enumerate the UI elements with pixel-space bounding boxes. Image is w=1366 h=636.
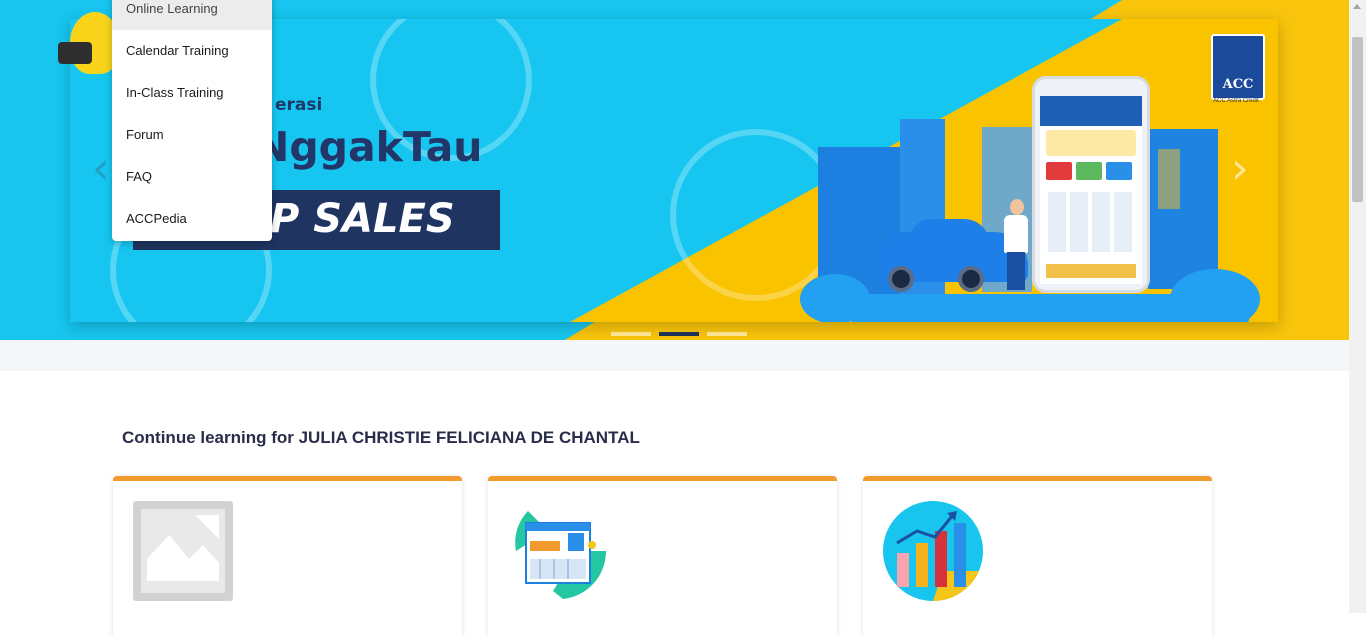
bar-chart-growth-icon <box>883 501 983 601</box>
carousel-indicator-2[interactable] <box>659 332 699 336</box>
banner-hashtag: NggakTau <box>255 123 483 171</box>
banner-subtitle: erasi <box>275 95 323 115</box>
nav-dropdown-menu: Online Learning Calendar Training In-Cla… <box>112 0 272 241</box>
acc-logo: ACC <box>1211 34 1265 100</box>
page-scrollbar[interactable] <box>1349 0 1366 613</box>
person-illustration <box>1010 199 1024 215</box>
carousel-indicator-1[interactable] <box>611 332 651 336</box>
image-placeholder-icon <box>133 501 233 601</box>
carousel-indicator-3[interactable] <box>707 332 747 336</box>
course-card[interactable] <box>488 476 837 636</box>
building-icon <box>515 511 607 599</box>
car-wheel <box>888 266 914 292</box>
lemon-decoration <box>670 129 842 301</box>
course-card[interactable] <box>113 476 462 636</box>
acc-logo-text: ACC <box>1222 77 1254 92</box>
cloud-decoration <box>850 294 1250 322</box>
banner-band-text: P SALES <box>270 196 455 242</box>
carousel-next-button[interactable]: › <box>1231 147 1249 191</box>
menu-item-accpedia[interactable]: ACCPedia <box>112 198 272 240</box>
section-divider-strip <box>0 340 1349 371</box>
menu-item-forum[interactable]: Forum <box>112 114 272 156</box>
continue-learning-title: Continue learning for JULIA CHRISTIE FEL… <box>122 428 640 447</box>
acc-logo-caption: ACC Astra Credit <box>1213 98 1259 104</box>
phone-mockup <box>1032 76 1150 293</box>
course-card[interactable] <box>863 476 1212 636</box>
menu-item-online-learning[interactable]: Online Learning <box>112 0 272 30</box>
scroll-up-arrow-icon[interactable] <box>1353 4 1361 9</box>
carousel-prev-button[interactable]: ‹ <box>92 147 110 191</box>
car-wheel <box>958 266 984 292</box>
scrollbar-thumb[interactable] <box>1352 37 1363 202</box>
menu-item-in-class-training[interactable]: In-Class Training <box>112 72 272 114</box>
menu-item-faq[interactable]: FAQ <box>112 156 272 198</box>
building-illustration <box>1158 149 1180 209</box>
menu-item-calendar-training[interactable]: Calendar Training <box>112 30 272 72</box>
